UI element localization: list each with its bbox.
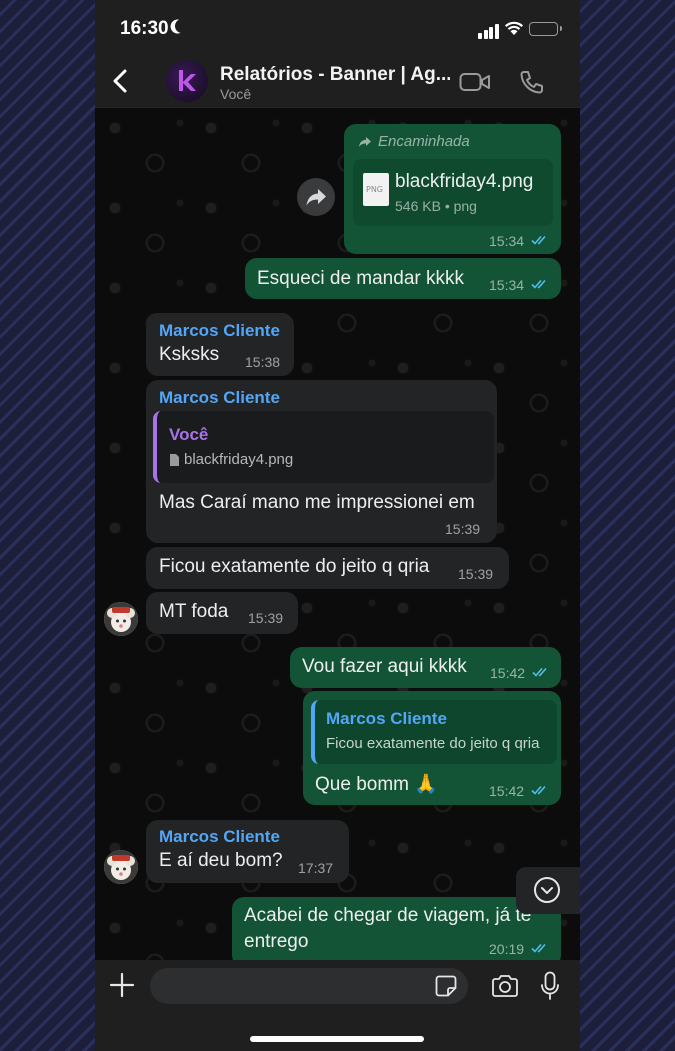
message-text-line-1: Acabei de chegar de viagem, já te: [244, 905, 532, 926]
message-text: Que bomm 🙏: [315, 774, 438, 795]
chat-header: Relatórios - Banner | Ag... Você: [95, 54, 580, 108]
do-not-disturb-moon-icon: [173, 17, 191, 35]
file-attachment[interactable]: PNG blackfriday4.png 546 KB • png: [353, 159, 553, 226]
contact-avatar[interactable]: [104, 850, 138, 884]
quote-author: Marcos Cliente: [326, 709, 447, 728]
group-logo-icon: [179, 70, 196, 91]
forwarded-label: Encaminhada: [378, 133, 470, 150]
wifi-icon: [505, 21, 523, 35]
home-indicator: [250, 1036, 424, 1042]
message-bubble-forwarded-file[interactable]: Encaminhada PNG blackfriday4.png 546 KB …: [344, 124, 561, 254]
forwarded-arrow-icon: [359, 137, 371, 147]
png-file-icon: PNG: [363, 173, 389, 206]
chevron-left-icon[interactable]: [111, 68, 129, 94]
quote-text: Ficou exatamente do jeito q qria: [326, 735, 540, 752]
message-time: 17:37: [298, 860, 334, 876]
double-check-icon: [531, 279, 546, 289]
message-time: 15:39: [458, 566, 494, 582]
phone-screen: 16:30 Relatórios - Banner | Ag... Você E…: [95, 0, 580, 1051]
quote-author: Você: [169, 425, 209, 444]
battery-icon: [529, 22, 562, 36]
message-time: 20:19: [489, 941, 525, 957]
double-check-icon: [531, 235, 546, 245]
message-time: 15:34: [489, 277, 525, 293]
avatar-image: [104, 602, 138, 636]
chat-subtitle: Você: [220, 86, 252, 102]
message-text-line-2: entrego: [244, 931, 309, 952]
message-bubble-incoming[interactable]: MT foda 15:39: [146, 592, 298, 634]
message-time: 15:34: [489, 233, 525, 249]
message-bubble-outgoing[interactable]: Vou fazer aqui kkkk 15:42: [290, 647, 561, 688]
status-bar: 16:30: [95, 0, 580, 54]
chat-title[interactable]: Relatórios - Banner | Ag...: [220, 64, 450, 86]
quote-text: blackfriday4.png: [184, 451, 294, 468]
microphone-icon[interactable]: [540, 971, 560, 1001]
message-composer: [95, 960, 580, 1051]
message-input[interactable]: [150, 968, 468, 1004]
message-time: 15:42: [489, 783, 525, 799]
message-time: 15:39: [248, 610, 284, 626]
file-meta: 546 KB • png: [395, 198, 477, 214]
message-bubble-incoming-reply[interactable]: Marcos Cliente Você blackfriday4.png Mas…: [146, 380, 497, 543]
double-check-icon: [531, 785, 546, 795]
quoted-message[interactable]: Marcos Cliente Ficou exatamente do jeito…: [311, 700, 557, 764]
message-bubble-outgoing[interactable]: Acabei de chegar de viagem, já te entreg…: [232, 897, 561, 967]
plus-icon[interactable]: [109, 972, 135, 998]
status-time: 16:30: [120, 18, 169, 39]
camera-icon[interactable]: [491, 974, 519, 998]
message-text: Ksksks: [159, 344, 220, 365]
contact-avatar[interactable]: [104, 602, 138, 636]
double-check-icon: [531, 943, 546, 953]
sender-name[interactable]: Marcos Cliente: [159, 321, 280, 341]
message-bubble-outgoing[interactable]: Esqueci de mandar kkkk 15:34: [245, 258, 561, 299]
file-icon: [170, 454, 179, 466]
avatar-image: [104, 850, 138, 884]
chevron-down-icon: [534, 877, 560, 903]
double-check-icon: [532, 667, 547, 677]
video-camera-icon[interactable]: [459, 71, 491, 93]
message-bubble-incoming[interactable]: Marcos Cliente Ksksks 15:38: [146, 313, 294, 376]
message-time: 15:39: [445, 521, 481, 537]
sender-name[interactable]: Marcos Cliente: [159, 388, 280, 408]
forward-arrow-icon: [306, 189, 326, 206]
message-bubble-incoming[interactable]: Ficou exatamente do jeito q qria 15:39: [146, 547, 509, 589]
message-text: Mas Caraí mano me impressionei em: [159, 492, 475, 513]
phone-icon[interactable]: [519, 69, 545, 95]
message-text: Vou fazer aqui kkkk: [302, 656, 467, 677]
message-text: E aí deu bom?: [159, 850, 283, 871]
group-avatar[interactable]: [166, 60, 208, 102]
file-name: blackfriday4.png: [395, 171, 534, 192]
message-time: 15:42: [490, 665, 526, 681]
message-text: MT foda: [159, 601, 229, 622]
forward-button[interactable]: [297, 178, 335, 216]
scroll-to-bottom-button[interactable]: [516, 867, 580, 914]
cellular-signal-icon: [478, 21, 500, 39]
message-bubble-outgoing-reply[interactable]: Marcos Cliente Ficou exatamente do jeito…: [303, 691, 561, 805]
message-text: Ficou exatamente do jeito q qria: [159, 556, 430, 577]
message-text: Esqueci de mandar kkkk: [257, 268, 464, 289]
message-bubble-incoming[interactable]: Marcos Cliente E aí deu bom? 17:37: [146, 820, 349, 883]
sender-name[interactable]: Marcos Cliente: [159, 827, 280, 847]
message-time: 15:38: [245, 354, 281, 370]
quoted-message[interactable]: Você blackfriday4.png: [153, 411, 494, 483]
sticker-icon[interactable]: [435, 975, 457, 997]
